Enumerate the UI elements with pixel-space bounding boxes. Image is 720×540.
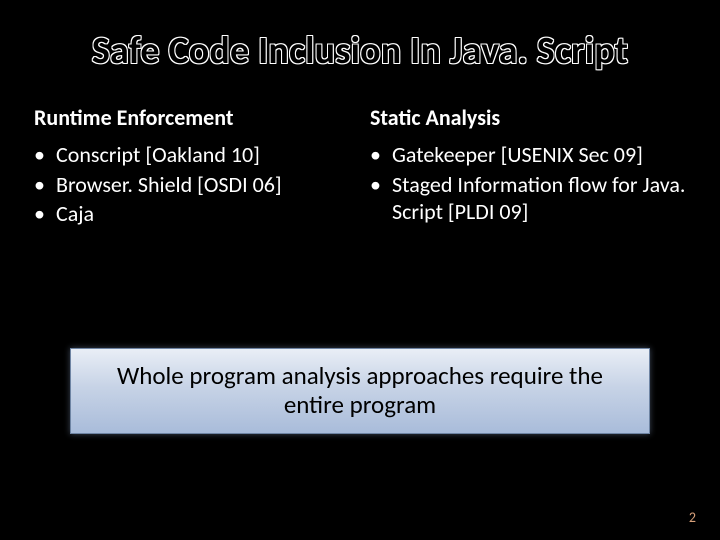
left-column: Runtime Enforcement Conscript [Oakland 1…	[34, 104, 350, 230]
right-heading: Static Analysis	[370, 104, 686, 131]
list-item: Conscript [Oakland 10]	[34, 141, 350, 169]
slide-title: Safe Code Inclusion In Java. Script	[0, 0, 720, 74]
page-number: 2	[689, 509, 696, 526]
right-column: Static Analysis Gatekeeper [USENIX Sec 0…	[370, 104, 686, 230]
content-columns: Runtime Enforcement Conscript [Oakland 1…	[0, 74, 720, 230]
banner-text: Whole program analysis approaches requir…	[89, 362, 631, 420]
left-heading: Runtime Enforcement	[34, 104, 350, 131]
highlight-banner: Whole program analysis approaches requir…	[70, 348, 650, 434]
left-list: Conscript [Oakland 10] Browser. Shield […	[34, 141, 350, 228]
right-list: Gatekeeper [USENIX Sec 09] Staged Inform…	[370, 141, 686, 226]
list-item: Browser. Shield [OSDI 06]	[34, 171, 350, 199]
list-item: Staged Information flow for Java. Script…	[370, 171, 686, 226]
list-item: Caja	[34, 200, 350, 228]
slide: Safe Code Inclusion In Java. Script Runt…	[0, 0, 720, 540]
list-item: Gatekeeper [USENIX Sec 09]	[370, 141, 686, 169]
